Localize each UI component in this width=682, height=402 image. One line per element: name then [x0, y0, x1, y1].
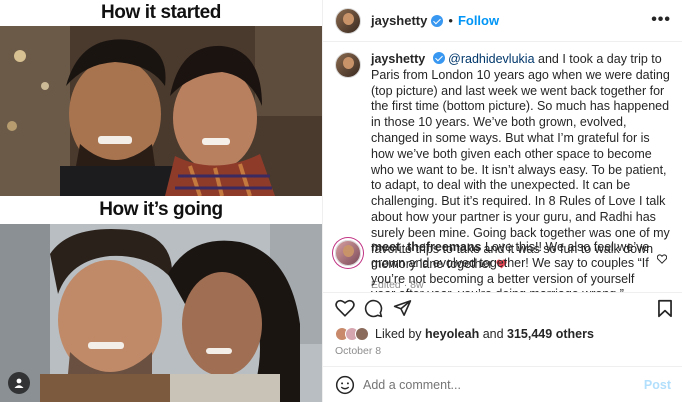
post-header: jayshetty • Follow ••• [323, 0, 682, 42]
caption-username[interactable]: jayshetty [371, 52, 425, 66]
like-heart-icon[interactable] [335, 299, 355, 317]
commenter-avatar[interactable] [335, 240, 361, 266]
comments-section[interactable]: jayshetty @radhidevlukia and I took a da… [323, 42, 682, 292]
commenter-username[interactable]: meet_thefreemans [371, 240, 481, 254]
comment-bubble-icon[interactable] [364, 299, 383, 318]
likes-summary[interactable]: Liked by heyoleah and 315,449 others [335, 324, 594, 344]
post-comment-button[interactable]: Post [644, 378, 671, 392]
liker-avatar [355, 327, 369, 341]
comment-like-heart-icon[interactable] [657, 254, 667, 264]
likes-middle: and [479, 327, 508, 341]
media-caption-top: How it started [100, 2, 222, 23]
likes-count[interactable]: 315,449 others [507, 327, 594, 341]
post-media[interactable]: How it started How it’s going [0, 0, 322, 402]
post-date: October 8 [335, 345, 382, 357]
post-details-panel: jayshetty • Follow ••• jayshetty @radhid… [322, 0, 682, 402]
author-username[interactable]: jayshetty [371, 13, 427, 28]
likes-prefix: Liked by [375, 327, 426, 341]
post-action-bar [323, 292, 682, 322]
save-bookmark-icon[interactable] [657, 299, 673, 318]
emoji-smiley-icon[interactable] [335, 375, 355, 395]
caption-mention-link[interactable]: @radhidevlukia [448, 52, 534, 66]
follow-button[interactable]: Follow [458, 13, 499, 28]
caption-text: and I took a day trip to Paris from Lond… [371, 52, 670, 272]
more-options-icon[interactable]: ••• [651, 12, 671, 28]
add-comment-bar: Post [323, 366, 682, 402]
author-avatar[interactable] [335, 7, 361, 34]
verified-badge-icon [432, 52, 445, 64]
photo-how-its-going [0, 224, 322, 402]
comment-item: meet_thefreemans Love this!! We also fee… [335, 240, 671, 292]
media-caption-mid: How it’s going [99, 199, 223, 220]
share-paper-plane-icon[interactable] [393, 299, 412, 317]
tagged-users-button[interactable] [8, 372, 30, 394]
header-separator: • [448, 13, 453, 28]
verified-badge-icon [431, 14, 444, 27]
likes-text: Liked by heyoleah and 315,449 others [375, 327, 594, 341]
user-tag-icon [14, 378, 24, 388]
caption-author-avatar[interactable] [335, 52, 361, 78]
add-comment-input[interactable] [363, 377, 633, 392]
photo-how-it-started [0, 26, 322, 196]
liker-username[interactable]: heyoleah [425, 327, 479, 341]
